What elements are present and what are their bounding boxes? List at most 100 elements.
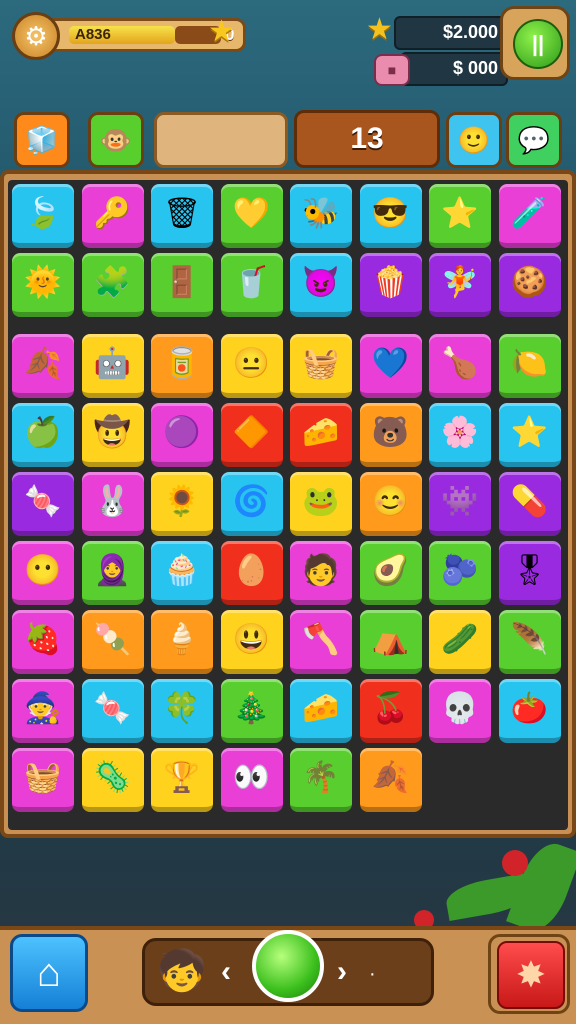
game-tile[interactable]: 🪓: [290, 610, 352, 674]
game-tile[interactable]: 😈: [290, 253, 352, 317]
settings-button[interactable]: ⚙: [12, 12, 60, 60]
prev-arrow-button[interactable]: ‹: [221, 955, 231, 989]
game-tile[interactable]: 🌻: [151, 472, 213, 536]
game-tile[interactable]: 🌸: [429, 403, 491, 467]
game-tile[interactable]: 🍪: [498, 253, 561, 317]
empty-slot: [154, 112, 288, 168]
game-tile[interactable]: 🐻: [359, 403, 422, 467]
cube-icon: 🧊: [25, 124, 59, 155]
home-button[interactable]: ⌂: [10, 934, 88, 1012]
game-tile[interactable]: 🪶: [498, 610, 561, 674]
game-tile[interactable]: 🌞: [12, 253, 74, 317]
game-tile[interactable]: 🎖: [498, 541, 561, 605]
game-tile[interactable]: 🌴: [290, 748, 352, 812]
game-tile[interactable]: 🧕: [81, 541, 144, 605]
coins-value: $2.000: [442, 22, 498, 42]
game-tile[interactable]: 🍋: [498, 334, 561, 398]
game-tile[interactable]: 🚪: [151, 253, 213, 317]
game-tile[interactable]: ⛺: [359, 610, 422, 674]
game-tile[interactable]: 👀: [220, 748, 283, 812]
game-tile[interactable]: 🧀: [290, 403, 352, 467]
face-icon: 🙂: [457, 124, 491, 155]
game-tile[interactable]: 🦠: [81, 748, 144, 812]
game-tile[interactable]: ⭐: [429, 184, 491, 248]
game-tile[interactable]: 🧀: [290, 679, 352, 743]
game-tile[interactable]: 🍀: [151, 679, 213, 743]
game-tile[interactable]: 😶: [12, 541, 74, 605]
game-tile[interactable]: 🌀: [220, 472, 283, 536]
green-orb-button[interactable]: [252, 930, 324, 1002]
game-tile[interactable]: 🥑: [359, 541, 422, 605]
character-icon: 🧒: [157, 949, 207, 993]
game-tile[interactable]: 🧙: [12, 679, 74, 743]
game-tile[interactable]: 🧑: [290, 541, 352, 605]
page-dot: ·: [369, 963, 376, 985]
gems-value: $ 000: [452, 58, 498, 78]
game-tile[interactable]: 🥤: [220, 253, 283, 317]
game-tile[interactable]: 🐝: [290, 184, 352, 248]
pause-icon: ||: [513, 19, 563, 69]
game-tile[interactable]: 💊: [498, 472, 561, 536]
game-tile[interactable]: 🧚: [429, 253, 491, 317]
game-tile[interactable]: 🍦: [151, 610, 213, 674]
coin-icon: ★: [366, 13, 393, 46]
game-tile[interactable]: 🐰: [81, 472, 144, 536]
booster-slot-chat[interactable]: 💬: [506, 112, 562, 168]
game-tile[interactable]: 🍒: [359, 679, 422, 743]
tile-grid: 🍃 🔑 🗑 💛 🐝 😎 ⭐ 🧪 🌞 🧩 🚪 🥤 😈 🍿 🧚 🍪 🍂 🤖 🥫 😐 🧺 💙 🍗 🍋 🍏 🤠 🟣 🔶 🧀 🐻 🌸 ⭐ 🍬 🐰 🌻 🌀 🐸 😊 👾 💊…: [8, 180, 568, 830]
game-tile[interactable]: ⭐: [498, 403, 561, 467]
creature-icon: 🐵: [99, 124, 133, 155]
game-tile[interactable]: 🧩: [81, 253, 144, 317]
game-tile[interactable]: 🍬: [12, 472, 74, 536]
game-tile[interactable]: 🍬: [81, 679, 144, 743]
game-board: 🍃 🔑 🗑 💛 🐝 😎 ⭐ 🧪 🌞 🧩 🚪 🥤 😈 🍿 🧚 🍪 🍂 🤖 🥫 😐 🧺 💙 🍗 🍋 🍏 🤠 🟣 🔶 🧀 🐻 🌸 ⭐ 🍬 🐰 🌻 🌀 🐸 😊 👾 💊…: [0, 170, 576, 838]
game-tile[interactable]: 🍓: [12, 610, 74, 674]
coins-counter: $2.000: [394, 16, 508, 50]
booster-slot-creature[interactable]: 🐵: [88, 112, 144, 168]
game-tile[interactable]: 🎄: [220, 679, 283, 743]
game-tile[interactable]: 👾: [429, 472, 491, 536]
game-tile[interactable]: 💙: [359, 334, 422, 398]
game-tile[interactable]: 😐: [220, 334, 283, 398]
game-tile[interactable]: 😊: [359, 472, 422, 536]
game-tile[interactable]: 🍗: [429, 334, 491, 398]
booster-slot-face[interactable]: 🙂: [446, 112, 502, 168]
chat-icon: 💬: [517, 124, 551, 155]
berry: [502, 850, 528, 876]
game-tile[interactable]: 💛: [220, 184, 283, 248]
game-tile[interactable]: 🔑: [81, 184, 144, 248]
game-tile[interactable]: 🧪: [498, 184, 561, 248]
game-tile[interactable]: 🍂: [359, 748, 422, 812]
game-tile[interactable]: 🍃: [12, 184, 74, 248]
game-tile[interactable]: 🍅: [498, 679, 561, 743]
star-burst-icon: ✸: [497, 941, 565, 1009]
game-tile[interactable]: 😃: [220, 610, 283, 674]
game-tile[interactable]: 😎: [359, 184, 422, 248]
pause-button[interactable]: ||: [500, 6, 570, 80]
game-tile[interactable]: 🍂: [12, 334, 74, 398]
game-tile[interactable]: 💀: [429, 679, 491, 743]
gems-counter: $ 000: [400, 52, 508, 86]
game-tile[interactable]: 🟣: [151, 403, 213, 467]
game-tile[interactable]: 🧁: [151, 541, 213, 605]
level-label: A836: [75, 26, 111, 43]
game-tile[interactable]: 🤠: [81, 403, 144, 467]
game-tile[interactable]: 🥒: [429, 610, 491, 674]
game-tile[interactable]: 🍿: [359, 253, 422, 317]
game-tile[interactable]: 🗑: [151, 184, 213, 248]
booster-slot-cube[interactable]: 🧊: [14, 112, 70, 168]
game-tile[interactable]: 🫐: [429, 541, 491, 605]
game-tile[interactable]: 🍡: [81, 610, 144, 674]
game-tile[interactable]: 🐸: [290, 472, 352, 536]
next-arrow-button[interactable]: ›: [337, 955, 347, 989]
game-tile[interactable]: 🤖: [81, 334, 144, 398]
game-tile[interactable]: 🧺: [12, 748, 74, 812]
game-tile[interactable]: 🏆: [151, 748, 213, 812]
game-tile[interactable]: 🥫: [151, 334, 213, 398]
game-tile[interactable]: 🔶: [220, 403, 283, 467]
game-tile[interactable]: 🍏: [12, 403, 74, 467]
game-tile[interactable]: 🧺: [290, 334, 352, 398]
game-tile[interactable]: 🥚: [220, 541, 283, 605]
moves-counter: 13: [294, 110, 440, 168]
boost-button[interactable]: ✸: [488, 934, 570, 1014]
